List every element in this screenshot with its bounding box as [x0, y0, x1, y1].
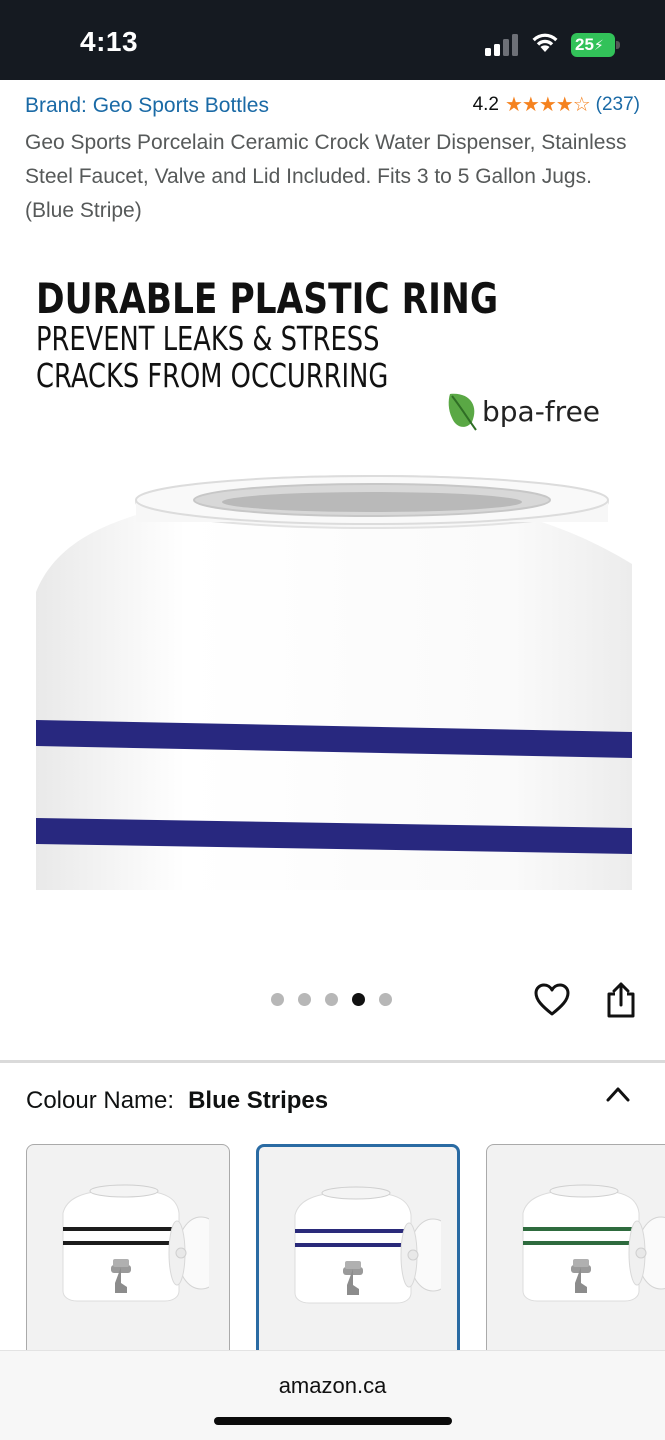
product-title: Geo Sports Porcelain Ceramic Crock Water…: [25, 131, 627, 222]
carousel-dot-active[interactable]: [352, 993, 365, 1006]
crock-thumbnail: [294, 1186, 441, 1304]
bpa-free-badge: bpa-free: [446, 390, 600, 432]
carousel-dot[interactable]: [325, 993, 338, 1006]
crock-thumbnail: [62, 1184, 209, 1302]
browser-bar: amazon.ca: [0, 1350, 665, 1440]
url-label[interactable]: amazon.ca: [0, 1373, 665, 1399]
carousel-dot[interactable]: [298, 993, 311, 1006]
rating-summary[interactable]: 4.2 ★★★★☆ (237): [473, 92, 640, 117]
status-bar: 4:13 25⚡: [0, 0, 665, 80]
colour-name-row: Colour Name: Blue Stripes: [26, 1087, 328, 1115]
battery-charging-icon: 25⚡: [571, 33, 621, 57]
section-divider: [0, 1060, 665, 1063]
product-image[interactable]: DURABLE PLASTIC RING PREVENT LEAKS & STR…: [0, 250, 665, 930]
carousel-dot[interactable]: [379, 993, 392, 1006]
colour-swatch-green[interactable]: [486, 1144, 665, 1374]
colour-selected-value: Blue Stripes: [188, 1087, 329, 1114]
rating-value: 4.2: [472, 93, 499, 115]
chevron-up-icon[interactable]: [605, 1085, 631, 1103]
home-indicator[interactable]: [214, 1417, 452, 1425]
heart-icon[interactable]: [534, 983, 570, 1017]
leaf-icon: [448, 393, 477, 431]
hero-headline: DURABLE PLASTIC RING: [36, 274, 499, 323]
star-rating-icon: ★★★★☆: [504, 94, 591, 116]
status-time: 4:13: [80, 26, 139, 57]
wifi-icon: [532, 33, 558, 52]
crock-illustration: [36, 475, 632, 890]
colour-swatch-blue[interactable]: [256, 1144, 460, 1374]
carousel-indicator[interactable]: [271, 993, 392, 1006]
signal-icon: [485, 34, 518, 56]
rating-count-link[interactable]: (237): [596, 94, 640, 116]
battery-level: 25: [575, 35, 594, 54]
share-icon[interactable]: [606, 982, 636, 1018]
brand-link[interactable]: Brand: Geo Sports Bottles: [25, 94, 269, 118]
colour-swatch-black[interactable]: [26, 1144, 230, 1374]
bpa-free-label: bpa-free: [482, 394, 601, 428]
hero-subline: PREVENT LEAKS & STRESS CRACKS FROM OCCUR…: [36, 319, 389, 395]
colour-label: Colour Name:: [26, 1087, 175, 1114]
crock-thumbnail: [522, 1184, 665, 1302]
carousel-dot[interactable]: [271, 993, 284, 1006]
